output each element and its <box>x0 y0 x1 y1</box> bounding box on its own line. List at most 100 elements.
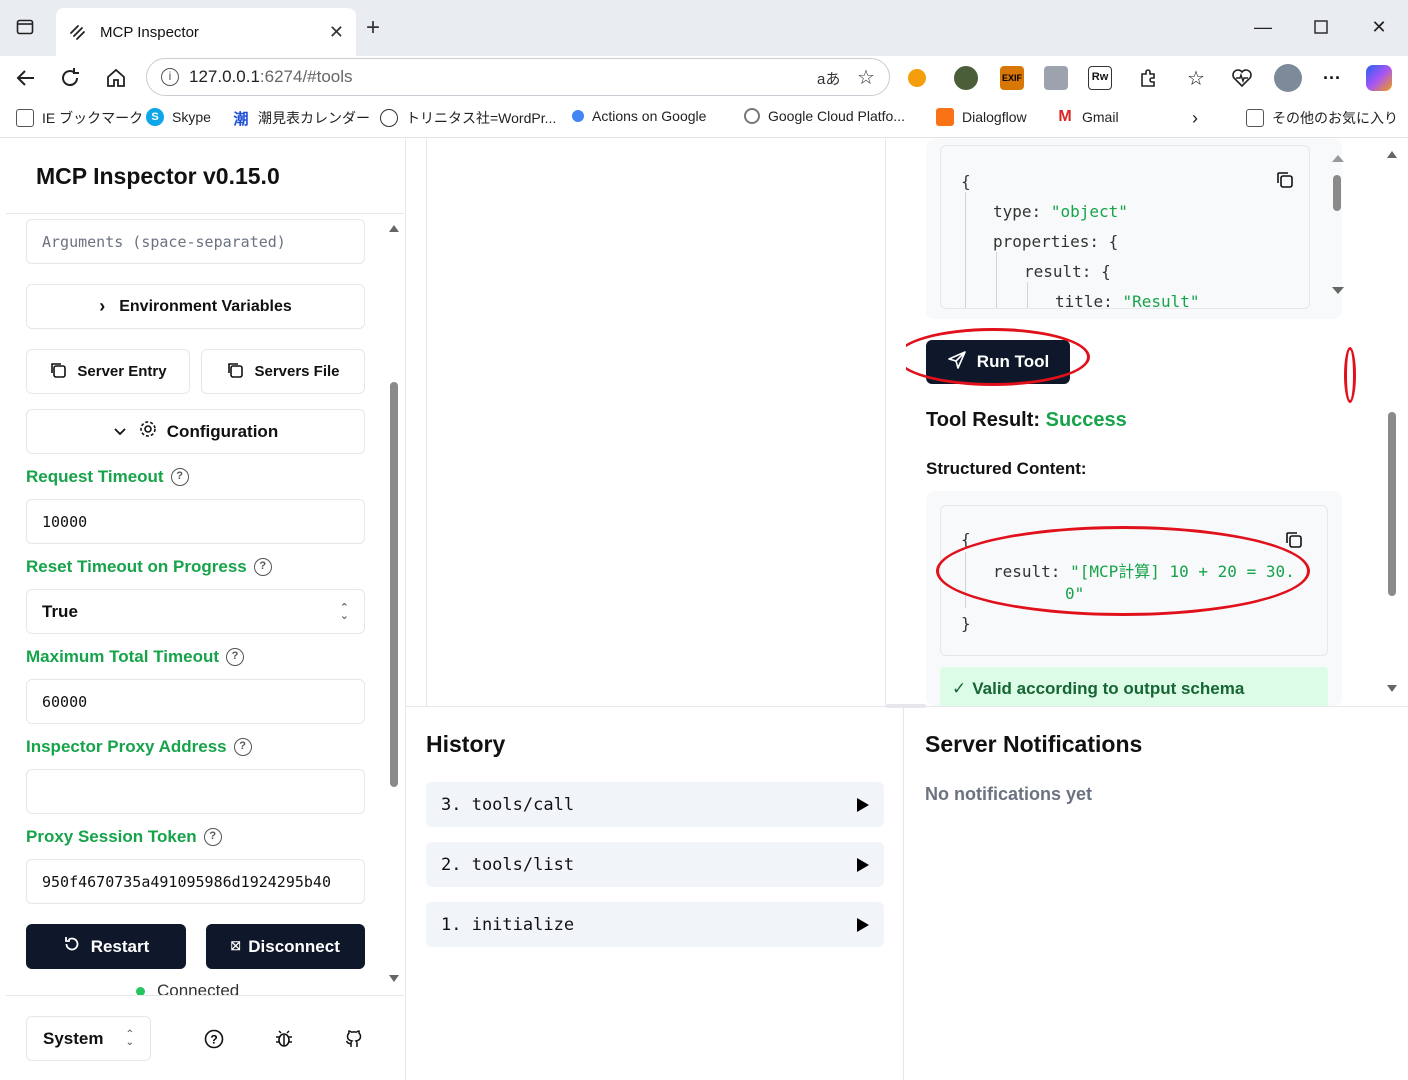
help-icon[interactable]: ? <box>203 828 222 846</box>
globe-extension-icon[interactable] <box>954 66 978 90</box>
minimize-icon[interactable]: — <box>1250 14 1276 40</box>
key-extension-icon[interactable] <box>908 69 926 87</box>
help-icon[interactable]: ? <box>253 558 272 576</box>
restart-button[interactable]: Restart <box>26 924 186 969</box>
bookmark-gmail[interactable]: M Gmail <box>1056 108 1119 126</box>
reload-icon[interactable] <box>56 64 84 92</box>
favorites-list-icon[interactable]: ☆ <box>1182 64 1210 92</box>
bookmark-skype[interactable]: S Skype <box>146 108 211 126</box>
request-timeout-input[interactable]: 10000 <box>26 499 365 544</box>
max-total-timeout-label: Maximum Total Timeout? <box>26 647 245 667</box>
github-icon[interactable] <box>344 1029 364 1054</box>
health-icon[interactable] <box>1228 64 1256 92</box>
address-bar[interactable]: i 127.0.0.1:6274/#tools aあ ☆ <box>146 58 890 96</box>
other-favorites[interactable]: その他のお気に入り <box>1246 108 1398 128</box>
history-item[interactable]: 3. tools/call <box>426 782 884 827</box>
scrollbar-thumb[interactable] <box>1388 412 1396 596</box>
result-status: Success <box>1045 409 1127 431</box>
divider <box>6 213 404 214</box>
configuration-toggle[interactable]: Configuration <box>26 409 365 454</box>
read-aloud-icon[interactable]: aあ <box>817 68 840 89</box>
gear-icon <box>139 420 157 443</box>
annotation-ellipse <box>1344 347 1356 403</box>
bookmark-wordpress[interactable]: トリニタス社=WordPr... <box>380 108 556 128</box>
unplug-icon: ⛝ <box>231 939 241 953</box>
expand-triangle-icon[interactable] <box>857 917 869 932</box>
proxy-address-label: Inspector Proxy Address? <box>26 737 252 757</box>
bookmark-actions-on-google[interactable]: Actions on Google <box>572 108 706 124</box>
session-token-input[interactable]: 950f4670735a491095986d1924295b40 <box>26 859 365 904</box>
session-token-label: Proxy Session Token? <box>26 827 222 847</box>
proxy-address-input[interactable] <box>26 769 365 814</box>
bookmark-ie[interactable]: IE ブックマーク <box>16 108 143 128</box>
history-item[interactable]: 1. initialize <box>426 902 884 947</box>
scrollbar-thumb[interactable] <box>390 382 398 787</box>
maximize-icon[interactable] <box>1308 14 1334 40</box>
close-tab-icon[interactable]: ✕ <box>329 22 344 43</box>
scrollbar-thumb[interactable] <box>1333 175 1341 211</box>
sidebar: MCP Inspector v0.15.0 Arguments (space-s… <box>6 139 406 1080</box>
select-updown-icon: ⌃ ⌄ <box>339 601 349 622</box>
app-title: MCP Inspector v0.15.0 <box>36 163 280 189</box>
reset-timeout-select[interactable]: True ⌃ ⌄ <box>26 589 365 634</box>
help-circle-icon[interactable]: ? <box>204 1029 224 1054</box>
arguments-input[interactable]: Arguments (space-separated) <box>26 219 365 264</box>
help-icon[interactable]: ? <box>233 738 252 756</box>
extensions-puzzle-icon[interactable] <box>1134 64 1162 92</box>
bug-icon[interactable] <box>274 1029 294 1054</box>
skype-icon: S <box>146 108 164 126</box>
max-total-timeout-input[interactable]: 60000 <box>26 679 365 724</box>
reset-timeout-label: Reset Timeout on Progress? <box>26 557 272 577</box>
close-window-icon[interactable]: ✕ <box>1366 14 1392 40</box>
tab-actions-icon[interactable] <box>12 14 38 40</box>
main-scrollbar[interactable] <box>1384 139 1400 699</box>
sidebar-footer: System ⌃ ⌄ ? <box>6 995 404 1080</box>
dialogflow-icon <box>936 108 954 126</box>
scroll-up-arrow-icon[interactable] <box>1387 151 1397 158</box>
rw-extension-icon[interactable]: Rw <box>1088 66 1112 90</box>
servers-file-button[interactable]: Servers File <box>201 349 365 394</box>
schema-scrollbar[interactable] <box>1330 151 1344 301</box>
expand-triangle-icon[interactable] <box>857 797 869 812</box>
url-text[interactable]: 127.0.0.1:6274/#tools <box>189 67 353 87</box>
copy-icon <box>226 361 244 383</box>
exif-extension-icon[interactable]: EXIF <box>1000 66 1024 90</box>
bookmarks-overflow-chevron-icon[interactable]: › <box>1192 108 1198 129</box>
bookmark-tide[interactable]: 潮潮見表カレンダー <box>232 108 370 128</box>
bookmark-dialogflow[interactable]: Dialogflow <box>936 108 1027 126</box>
copy-icon[interactable] <box>1284 530 1304 550</box>
theme-select[interactable]: System ⌃ ⌄ <box>26 1016 151 1061</box>
bookmarks-bar: IE ブックマーク S Skype 潮潮見表カレンダー トリニタス社=WordPr… <box>0 100 1408 138</box>
sidebar-scrollbar[interactable] <box>387 219 401 989</box>
favorite-star-icon[interactable]: ☆ <box>857 65 875 90</box>
folder-icon <box>1246 109 1264 127</box>
rss-extension-icon[interactable] <box>1044 66 1068 90</box>
bookmark-gcp[interactable]: Google Cloud Platfo... <box>744 108 905 124</box>
copy-icon[interactable] <box>1275 170 1295 190</box>
output-schema-box: { type: "object" properties: { result: {… <box>926 139 1344 319</box>
resize-handle[interactable] <box>886 704 926 708</box>
scroll-up-arrow-icon[interactable] <box>1332 155 1344 162</box>
history-title: History <box>426 731 506 757</box>
new-tab-icon[interactable]: + <box>366 14 380 42</box>
scroll-down-arrow-icon[interactable] <box>389 975 399 982</box>
scroll-down-arrow-icon[interactable] <box>1387 685 1397 692</box>
scroll-up-arrow-icon[interactable] <box>389 225 399 232</box>
history-item[interactable]: 2. tools/list <box>426 842 884 887</box>
profile-avatar[interactable] <box>1274 64 1302 92</box>
server-entry-button[interactable]: Server Entry <box>26 349 190 394</box>
copilot-icon[interactable] <box>1366 65 1392 91</box>
browser-tab[interactable]: MCP Inspector ✕ <box>56 8 356 56</box>
tab-title: MCP Inspector <box>100 23 199 41</box>
site-info-icon[interactable]: i <box>161 68 179 86</box>
expand-triangle-icon[interactable] <box>857 857 869 872</box>
disconnect-button[interactable]: ⛝ Disconnect <box>206 924 365 969</box>
more-menu-icon[interactable]: ··· <box>1318 64 1346 92</box>
home-icon[interactable] <box>102 64 130 92</box>
back-icon[interactable] <box>12 64 40 92</box>
help-icon[interactable]: ? <box>226 648 245 666</box>
server-notifications-title: Server Notifications <box>925 731 1143 757</box>
scroll-down-arrow-icon[interactable] <box>1332 287 1344 294</box>
help-icon[interactable]: ? <box>170 468 189 486</box>
environment-variables-toggle[interactable]: › Environment Variables <box>26 284 365 329</box>
